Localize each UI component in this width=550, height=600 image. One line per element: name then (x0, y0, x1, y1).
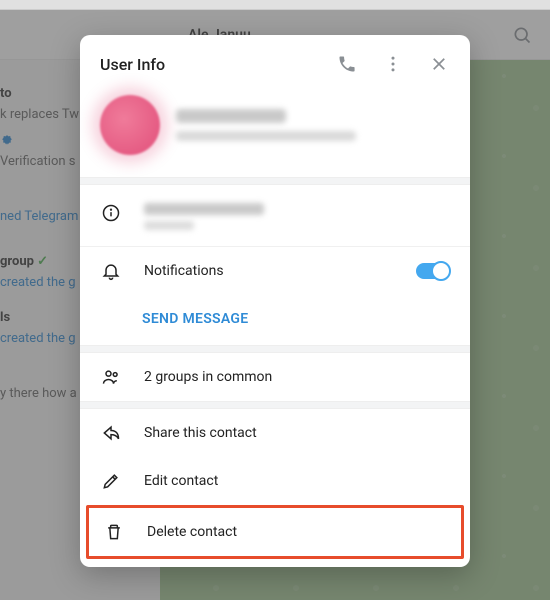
share-icon (100, 423, 122, 443)
info-icon (100, 203, 122, 223)
people-icon (100, 367, 122, 387)
bell-icon (100, 261, 122, 281)
notifications-label: Notifications (144, 263, 394, 279)
pencil-icon (100, 471, 122, 491)
profile-name-block (176, 109, 356, 141)
modal-title: User Info (100, 55, 165, 74)
notifications-row[interactable]: Notifications (80, 247, 470, 295)
delete-contact-row[interactable]: Delete contact (89, 508, 461, 556)
user-info-modal: User Info (80, 35, 470, 567)
info-row (80, 185, 470, 247)
groups-in-common-row[interactable]: 2 groups in common (80, 353, 470, 401)
edit-label: Edit contact (144, 473, 450, 489)
groups-common-label: 2 groups in common (144, 369, 450, 385)
close-icon[interactable] (428, 53, 450, 75)
edit-contact-row[interactable]: Edit contact (80, 457, 470, 505)
delete-label: Delete contact (147, 524, 447, 540)
more-icon[interactable] (382, 53, 404, 75)
call-icon[interactable] (336, 53, 358, 75)
trash-icon (103, 522, 125, 542)
notifications-toggle[interactable] (416, 263, 450, 279)
share-contact-row[interactable]: Share this contact (80, 409, 470, 457)
share-label: Share this contact (144, 425, 450, 441)
delete-highlight: Delete contact (86, 505, 464, 559)
avatar[interactable] (100, 95, 160, 155)
send-message-button[interactable]: SEND MESSAGE (80, 295, 470, 345)
